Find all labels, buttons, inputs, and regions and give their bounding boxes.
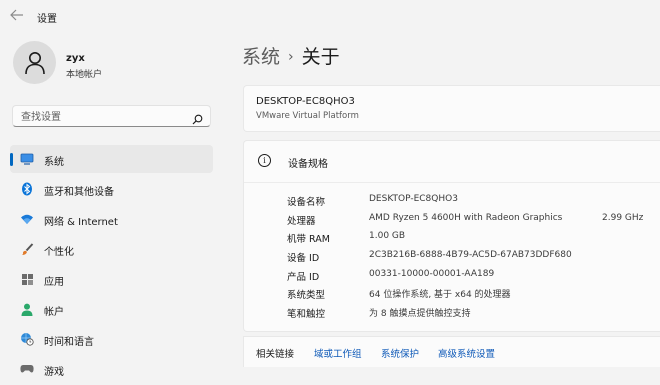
- spec-row: 设备 ID 2C3B216B-6888-4B79-AC5D-67AB73DDF6…: [244, 248, 660, 267]
- sidebar-item-gaming[interactable]: 游戏: [10, 355, 213, 383]
- spec-value: AMD Ryzen 5 4600H with Radeon Graphics: [369, 212, 563, 223]
- spec-row: 机带 RAM 1.00 GB: [244, 229, 660, 248]
- sidebar-nav: 系统 蓝牙和其他设备 网络 & Internet 个性化 应用 帐户 时间和语言…: [10, 145, 213, 385]
- spec-row: 产品 ID 00331-10000-00001-AA189: [244, 267, 660, 286]
- spec-extra: 2.99 GHz: [602, 212, 644, 223]
- sidebar-item-label: 时间和语言: [44, 337, 94, 348]
- search-box[interactable]: [12, 105, 211, 127]
- breadcrumb: 系统 › 关于: [242, 42, 340, 69]
- monitor-icon: [20, 152, 34, 166]
- spec-value: 2C3B216B-6888-4B79-AC5D-67AB73DDF680: [369, 250, 572, 261]
- sidebar-item-bluetooth[interactable]: 蓝牙和其他设备: [10, 175, 213, 203]
- specs-table: 设备名称 DESKTOP-EC8QHO3 处理器 AMD Ryzen 5 460…: [244, 192, 660, 323]
- device-name: DESKTOP-EC8QHO3: [256, 96, 355, 107]
- spec-value: 1.00 GB: [369, 231, 406, 242]
- spec-row: 设备名称 DESKTOP-EC8QHO3: [244, 192, 660, 211]
- sidebar-item-label: 帐户: [44, 307, 64, 318]
- sidebar-item-accounts[interactable]: 帐户: [10, 295, 213, 323]
- active-indicator: [10, 153, 13, 166]
- account-type: 本地帐户: [66, 70, 103, 80]
- spec-row: 笔和触控 为 8 触摸点提供触控支持: [244, 304, 660, 323]
- spec-value: 00331-10000-00001-AA189: [369, 268, 495, 279]
- user-name: zyx: [66, 53, 85, 64]
- sidebar-item-time-language[interactable]: 时间和语言: [10, 325, 213, 353]
- spec-value: DESKTOP-EC8QHO3: [369, 194, 458, 204]
- sidebar-item-label: 个性化: [44, 247, 74, 258]
- sidebar-item-personalization[interactable]: 个性化: [10, 235, 213, 263]
- gaming-icon: [20, 362, 34, 376]
- specs-header[interactable]: i 设备规格: [244, 141, 660, 183]
- spec-key: 产品 ID: [287, 271, 320, 283]
- search-icon[interactable]: [192, 110, 203, 129]
- sidebar-item-network[interactable]: 网络 & Internet: [10, 205, 213, 233]
- sidebar-item-label: 游戏: [44, 367, 64, 378]
- info-icon: i: [258, 154, 271, 167]
- spec-key: 处理器: [287, 215, 316, 227]
- spec-value: 为 8 触摸点提供触控支持: [369, 309, 471, 320]
- related-links-bar: 相关链接 域或工作组 系统保护 高级系统设置: [243, 336, 660, 367]
- sidebar-item-apps[interactable]: 应用: [10, 265, 213, 293]
- advanced-system-settings-link[interactable]: 高级系统设置: [438, 346, 495, 360]
- chevron-right-icon: ›: [288, 49, 294, 65]
- bluetooth-icon: [20, 182, 34, 196]
- spec-key: 设备 ID: [287, 253, 320, 265]
- related-links-label: 相关链接: [256, 349, 295, 360]
- account-icon: [20, 302, 34, 316]
- app-title: 设置: [37, 14, 57, 25]
- sidebar-item-label: 网络 & Internet: [44, 217, 118, 228]
- device-model: VMware Virtual Platform: [256, 111, 359, 121]
- specs-title: 设备规格: [288, 159, 328, 170]
- spec-key: 设备名称: [287, 197, 326, 208]
- search-input[interactable]: [19, 109, 183, 126]
- spec-key: 系统类型: [287, 290, 326, 302]
- spec-row: 系统类型 64 位操作系统, 基于 x64 的处理器: [244, 285, 660, 304]
- apps-icon: [20, 272, 34, 286]
- wifi-icon: [20, 212, 34, 226]
- globe-clock-icon: [20, 332, 34, 346]
- device-card: DESKTOP-EC8QHO3 VMware Virtual Platform: [243, 85, 660, 132]
- back-arrow-icon[interactable]: [10, 9, 26, 23]
- domain-workgroup-link[interactable]: 域或工作组: [314, 346, 362, 360]
- sidebar-item-system[interactable]: 系统: [10, 145, 213, 173]
- sidebar-item-label: 蓝牙和其他设备: [44, 187, 114, 198]
- spec-row: 处理器 AMD Ryzen 5 4600H with Radeon Graphi…: [244, 211, 660, 230]
- device-specs-card: i 设备规格 设备名称 DESKTOP-EC8QHO3 处理器 AMD Ryze…: [243, 140, 660, 332]
- system-protection-link[interactable]: 系统保护: [381, 346, 419, 360]
- spec-key: 笔和触控: [287, 309, 326, 321]
- sidebar-item-label: 应用: [44, 277, 64, 288]
- spec-key: 机带 RAM: [287, 234, 330, 246]
- page-title: 关于: [301, 46, 340, 68]
- spec-value: 64 位操作系统, 基于 x64 的处理器: [369, 290, 511, 301]
- avatar[interactable]: [13, 41, 56, 84]
- title-bar: 设置: [0, 0, 660, 32]
- person-icon: [24, 51, 45, 74]
- breadcrumb-parent[interactable]: 系统: [242, 46, 280, 68]
- brush-icon: [20, 242, 34, 256]
- sidebar-item-label: 系统: [44, 157, 64, 168]
